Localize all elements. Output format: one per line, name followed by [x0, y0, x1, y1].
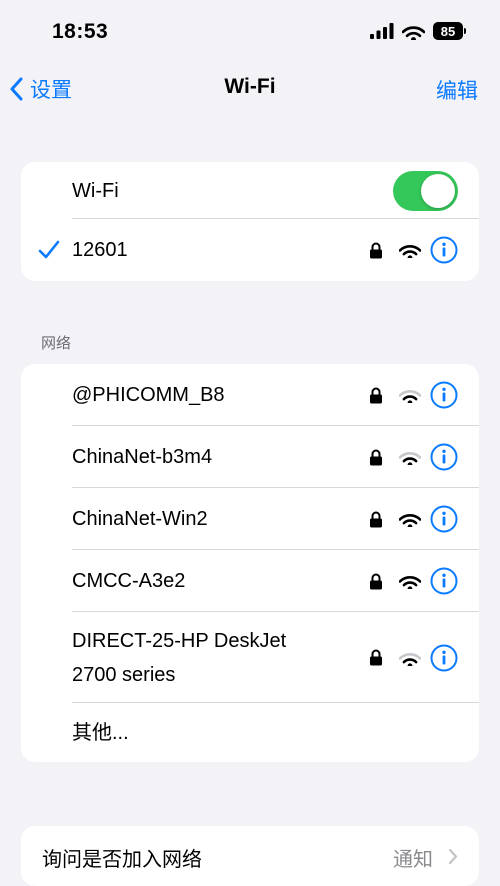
info-button[interactable]	[430, 236, 458, 264]
networks-section-header: 网络	[41, 335, 72, 352]
lock-icon	[370, 511, 382, 527]
network-row-cmcc-a3e2[interactable]: CMCC-A3e2	[21, 550, 479, 612]
wifi-toggle-row: Wi-Fi	[21, 162, 479, 219]
battery-icon: 85	[433, 22, 463, 40]
other-network-row[interactable]: 其他...	[21, 703, 479, 762]
info-button[interactable]	[430, 381, 458, 409]
network-name-line1: DIRECT-25-HP DeskJet	[72, 629, 287, 652]
wifi-toggle-label: Wi-Fi	[72, 179, 119, 202]
info-icon	[430, 236, 458, 264]
lock-icon	[370, 573, 382, 589]
connected-network-row[interactable]: 12601	[21, 219, 479, 281]
wifi-signal-icon	[399, 452, 421, 465]
ask-to-join-label: 询问是否加入网络	[42, 849, 202, 871]
wifi-signal-icon	[399, 576, 421, 589]
info-button[interactable]	[430, 505, 458, 533]
info-button[interactable]	[430, 644, 458, 672]
info-icon	[430, 505, 458, 533]
network-name: CMCC-A3e2	[72, 570, 186, 592]
info-icon	[430, 644, 458, 671]
network-name-line2: 2700 series	[72, 663, 176, 686]
info-icon	[430, 381, 458, 409]
cellular-signal-icon	[370, 23, 394, 39]
wifi-signal-icon	[399, 514, 421, 527]
wifi-status-icon	[402, 25, 425, 40]
network-name: ChinaNet-b3m4	[72, 446, 213, 468]
ask-to-join-value: 通知	[393, 849, 433, 871]
lock-icon	[370, 649, 382, 666]
navigation-bar: 设置 Wi-Fi 编辑	[0, 66, 500, 112]
network-row-chinanet-b3m4[interactable]: ChinaNet-b3m4	[21, 426, 479, 488]
status-icons: 85	[370, 22, 466, 40]
network-row-direct-hp-deskjet[interactable]: DIRECT-25-HP DeskJet 2700 series	[21, 612, 479, 703]
wifi-signal-icon	[399, 652, 421, 666]
network-row-chinanet-win2[interactable]: ChinaNet-Win2	[21, 488, 479, 550]
lock-icon	[370, 242, 382, 258]
lock-icon	[370, 387, 382, 403]
network-name: DIRECT-25-HP DeskJet 2700 series	[72, 624, 286, 692]
network-row-phicomm[interactable]: @PHICOMM_B8	[21, 364, 479, 426]
checkmark-icon	[38, 240, 60, 259]
networks-list: @PHICOMM_B8 ChinaNet-b3m4 ChinaNet-Win2 …	[21, 364, 479, 762]
wifi-signal-icon	[399, 390, 421, 403]
wifi-toggle[interactable]	[393, 170, 458, 211]
ask-to-join-row[interactable]: 询问是否加入网络 通知	[21, 826, 479, 886]
info-button[interactable]	[430, 443, 458, 471]
page-title: Wi-Fi	[224, 75, 276, 98]
battery-level: 85	[440, 23, 456, 39]
info-button[interactable]	[430, 567, 458, 595]
wifi-signal-icon	[399, 245, 421, 258]
chevron-right-icon	[448, 848, 458, 865]
network-name: @PHICOMM_B8	[72, 384, 225, 406]
toggle-knob	[421, 173, 455, 208]
lock-icon	[370, 449, 382, 465]
other-network-label: 其他...	[72, 721, 129, 744]
connected-network-name: 12601	[72, 239, 128, 261]
info-icon	[430, 567, 458, 595]
network-name: ChinaNet-Win2	[72, 508, 208, 530]
wifi-group: Wi-Fi 12601	[21, 162, 479, 281]
battery-tip	[464, 28, 466, 34]
status-bar: 18:53 85	[0, 0, 500, 60]
edit-button[interactable]: 编辑	[436, 75, 478, 105]
info-icon	[430, 443, 458, 471]
status-time: 18:53	[52, 20, 109, 43]
